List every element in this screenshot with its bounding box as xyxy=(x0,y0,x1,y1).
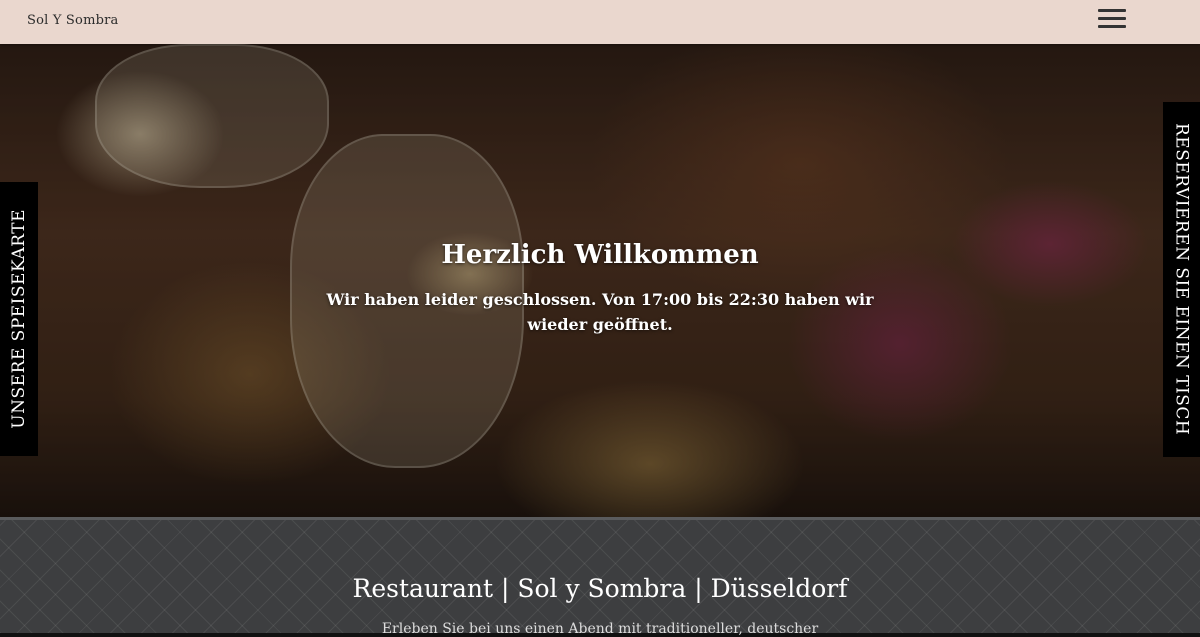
section-title: Restaurant | Sol y Sombra | Düsseldorf xyxy=(352,574,848,603)
restaurant-intro-section: Restaurant | Sol y Sombra | Düsseldorf E… xyxy=(0,517,1200,637)
hero-overlay xyxy=(0,44,1200,517)
hero-title: Herzlich Willkommen xyxy=(441,240,759,270)
hamburger-menu-icon[interactable] xyxy=(1096,7,1128,31)
menu-card-tab-label: UNSERE SPEISEKARTE xyxy=(9,209,29,429)
site-brand[interactable]: Sol Y Sombra xyxy=(27,13,118,28)
hero-banner: Herzlich Willkommen Wir haben leider ges… xyxy=(0,44,1200,517)
opening-hours-message: Wir haben leider geschlossen. Von 17:00 … xyxy=(326,290,874,334)
menu-card-tab[interactable]: UNSERE SPEISEKARTE xyxy=(0,182,38,456)
reservation-tab[interactable]: RESERVIEREN SIE EINEN TISCH xyxy=(1163,102,1200,457)
reservation-tab-label: RESERVIEREN SIE EINEN TISCH xyxy=(1171,123,1192,436)
menu-bar-line xyxy=(1098,9,1126,12)
menu-bar-line xyxy=(1098,17,1126,20)
menu-bar-line xyxy=(1098,25,1126,28)
section-intro-text: Erleben Sie bei uns einen Abend mit trad… xyxy=(381,621,819,637)
top-navigation-bar: Sol Y Sombra xyxy=(0,0,1200,44)
